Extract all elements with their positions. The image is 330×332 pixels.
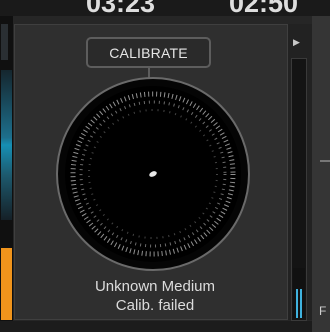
medium-status-text: Unknown Medium xyxy=(94,278,216,295)
right-deck-edge xyxy=(312,16,330,332)
triangle-right-icon[interactable]: ▶ xyxy=(293,37,300,48)
bottom-strip xyxy=(0,321,312,332)
left-deck-segment xyxy=(1,24,8,60)
left-deck-waveform xyxy=(1,70,12,220)
remaining-time: 02:50 xyxy=(229,0,299,16)
top-time-bar: 03:23 02:50 xyxy=(0,0,330,16)
level-meter-bar-right xyxy=(300,289,302,318)
level-meter-bar-left xyxy=(296,289,298,318)
left-deck-marker xyxy=(1,248,12,320)
right-deck-tick xyxy=(320,160,330,162)
right-deck-label: F xyxy=(319,304,327,318)
calibration-status-text: Calib. failed xyxy=(115,297,195,314)
level-meter-lower xyxy=(293,268,305,318)
timecode-platter xyxy=(56,77,250,271)
elapsed-time: 03:23 xyxy=(86,0,156,16)
calibrate-button[interactable]: CALIBRATE xyxy=(86,37,211,68)
